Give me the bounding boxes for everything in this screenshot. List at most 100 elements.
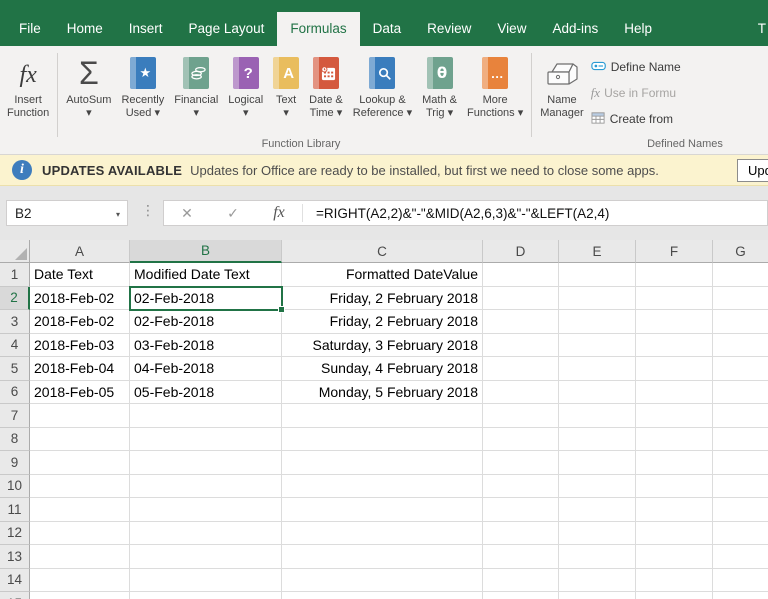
row-header-2[interactable]: 2 <box>0 287 30 311</box>
cell-A4[interactable]: 2018-Feb-03 <box>30 334 130 358</box>
ribbon-button-math-trig[interactable]: θMath &Trig ▾ <box>417 49 462 134</box>
cell-G3[interactable] <box>713 310 768 334</box>
cell-F15[interactable] <box>636 592 713 599</box>
ribbon-button-lookup-reference[interactable]: Lookup &Reference ▾ <box>348 49 417 134</box>
cell-D1[interactable] <box>483 263 559 287</box>
cell-C6[interactable]: Monday, 5 February 2018 <box>282 381 483 405</box>
cell-D12[interactable] <box>483 522 559 546</box>
row-header-7[interactable]: 7 <box>0 404 30 428</box>
column-header-A[interactable]: A <box>30 240 130 263</box>
cell-E6[interactable] <box>559 381 636 405</box>
cell-D6[interactable] <box>483 381 559 405</box>
cell-A12[interactable] <box>30 522 130 546</box>
tab-file[interactable]: File <box>6 12 54 46</box>
cell-E7[interactable] <box>559 404 636 428</box>
cell-F7[interactable] <box>636 404 713 428</box>
ribbon-button-logical[interactable]: ?Logical▾ <box>223 49 268 134</box>
cell-F14[interactable] <box>636 569 713 593</box>
cell-E11[interactable] <box>559 498 636 522</box>
ribbon-button-financial[interactable]: Financial▾ <box>169 49 223 134</box>
formula-text[interactable]: =RIGHT(A2,2)&"-"&MID(A2,6,3)&"-"&LEFT(A2… <box>316 206 609 221</box>
row-header-4[interactable]: 4 <box>0 334 30 358</box>
tab-data[interactable]: Data <box>360 12 415 46</box>
cell-A2[interactable]: 2018-Feb-02 <box>30 287 130 311</box>
cell-A15[interactable] <box>30 592 130 599</box>
column-header-E[interactable]: E <box>559 240 636 263</box>
ribbon-button-insert-function[interactable]: fxInsertFunction <box>2 49 54 134</box>
cell-D8[interactable] <box>483 428 559 452</box>
cell-G15[interactable] <box>713 592 768 599</box>
ribbon-button-recently-used[interactable]: ★RecentlyUsed ▾ <box>116 49 169 134</box>
ribbon-button-more-functions[interactable]: …MoreFunctions ▾ <box>462 49 528 134</box>
cell-B5[interactable]: 04-Feb-2018 <box>130 357 282 381</box>
cell-B10[interactable] <box>130 475 282 499</box>
row-header-14[interactable]: 14 <box>0 569 30 593</box>
cell-E2[interactable] <box>559 287 636 311</box>
cell-F11[interactable] <box>636 498 713 522</box>
cell-F5[interactable] <box>636 357 713 381</box>
cell-E9[interactable] <box>559 451 636 475</box>
row-header-13[interactable]: 13 <box>0 545 30 569</box>
defined-names-item-create-from[interactable]: Create from <box>589 106 681 132</box>
tab-view[interactable]: View <box>484 12 539 46</box>
tab-review[interactable]: Review <box>414 12 484 46</box>
cell-C1[interactable]: Formatted DateValue <box>282 263 483 287</box>
cell-G7[interactable] <box>713 404 768 428</box>
defined-names-item-use-in-formu[interactable]: fxUse in Formu <box>589 80 681 106</box>
cell-F8[interactable] <box>636 428 713 452</box>
cell-F13[interactable] <box>636 545 713 569</box>
insert-function-icon[interactable]: fx <box>256 204 302 222</box>
cell-B15[interactable] <box>130 592 282 599</box>
defined-names-item-define-name[interactable]: Define Name <box>589 54 681 80</box>
cell-G8[interactable] <box>713 428 768 452</box>
cell-F6[interactable] <box>636 381 713 405</box>
cell-G13[interactable] <box>713 545 768 569</box>
cell-C11[interactable] <box>282 498 483 522</box>
cell-C5[interactable]: Sunday, 4 February 2018 <box>282 357 483 381</box>
column-header-D[interactable]: D <box>483 240 559 263</box>
cell-F3[interactable] <box>636 310 713 334</box>
cell-A11[interactable] <box>30 498 130 522</box>
fill-handle[interactable] <box>278 306 285 313</box>
tab-page-layout[interactable]: Page Layout <box>176 12 278 46</box>
cell-B8[interactable] <box>130 428 282 452</box>
cell-D15[interactable] <box>483 592 559 599</box>
cell-B13[interactable] <box>130 545 282 569</box>
ribbon-button-date-time[interactable]: Date &Time ▾ <box>304 49 348 134</box>
cell-C14[interactable] <box>282 569 483 593</box>
column-header-C[interactable]: C <box>282 240 483 263</box>
cell-C8[interactable] <box>282 428 483 452</box>
cancel-icon[interactable]: ✕ <box>164 205 210 222</box>
cell-A6[interactable]: 2018-Feb-05 <box>30 381 130 405</box>
cell-A7[interactable] <box>30 404 130 428</box>
cell-F10[interactable] <box>636 475 713 499</box>
cell-B9[interactable] <box>130 451 282 475</box>
cell-D7[interactable] <box>483 404 559 428</box>
cell-E14[interactable] <box>559 569 636 593</box>
cell-D10[interactable] <box>483 475 559 499</box>
column-header-F[interactable]: F <box>636 240 713 263</box>
cell-C4[interactable]: Saturday, 3 February 2018 <box>282 334 483 358</box>
cell-G2[interactable] <box>713 287 768 311</box>
cell-E12[interactable] <box>559 522 636 546</box>
cell-A9[interactable] <box>30 451 130 475</box>
name-box-dropdown-icon[interactable]: ▾ <box>116 210 120 219</box>
row-header-6[interactable]: 6 <box>0 381 30 405</box>
row-header-15[interactable]: 15 <box>0 592 30 599</box>
cell-C3[interactable]: Friday, 2 February 2018 <box>282 310 483 334</box>
cell-B6[interactable]: 05-Feb-2018 <box>130 381 282 405</box>
cell-B3[interactable]: 02-Feb-2018 <box>130 310 282 334</box>
cell-A8[interactable] <box>30 428 130 452</box>
cell-E15[interactable] <box>559 592 636 599</box>
row-header-5[interactable]: 5 <box>0 357 30 381</box>
cell-G11[interactable] <box>713 498 768 522</box>
cell-D2[interactable] <box>483 287 559 311</box>
cell-B14[interactable] <box>130 569 282 593</box>
cell-D11[interactable] <box>483 498 559 522</box>
row-header-8[interactable]: 8 <box>0 428 30 452</box>
cell-E3[interactable] <box>559 310 636 334</box>
cell-B2[interactable]: 02-Feb-2018 <box>130 287 282 311</box>
cell-G6[interactable] <box>713 381 768 405</box>
cell-A1[interactable]: Date Text <box>30 263 130 287</box>
cell-G10[interactable] <box>713 475 768 499</box>
